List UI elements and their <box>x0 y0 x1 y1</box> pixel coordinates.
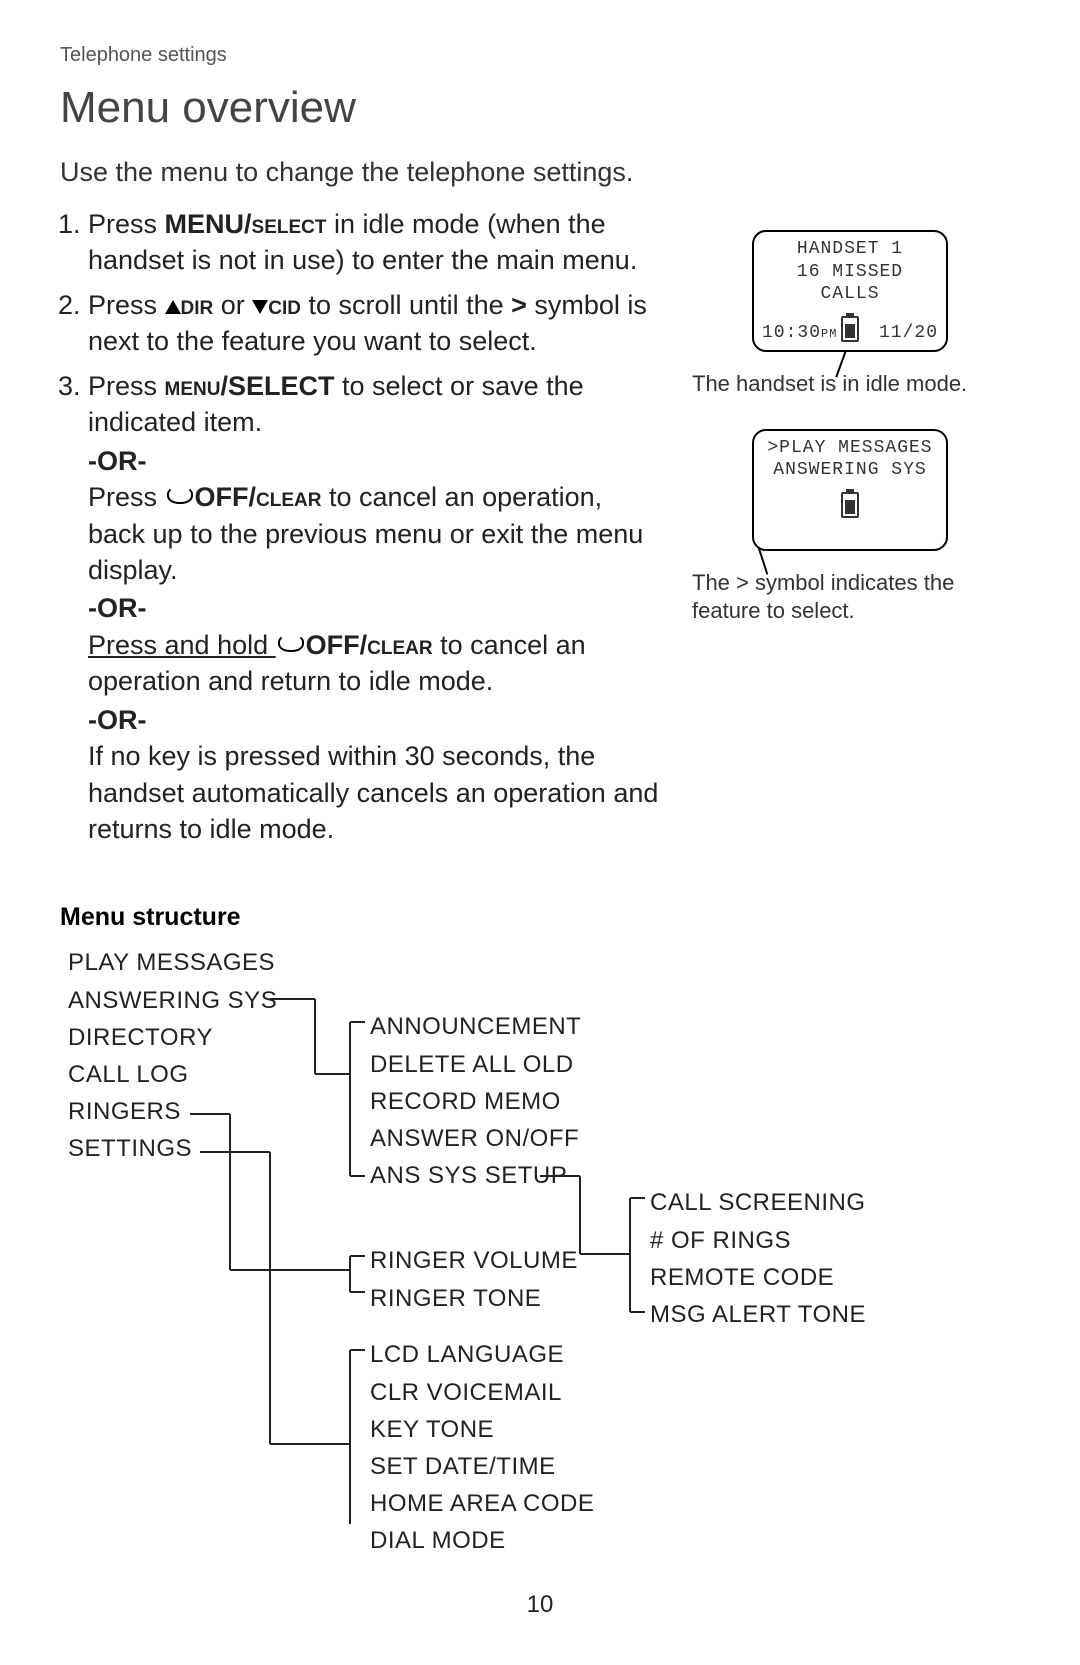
step-text: > <box>511 290 527 320</box>
steps-list: Press MENU/select in idle mode (when the… <box>60 206 660 847</box>
step-text: If no key is pressed within 30 seconds, … <box>88 741 658 844</box>
menu-item: RECORD MEMO <box>370 1083 581 1120</box>
page-title: Menu overview <box>60 83 1020 133</box>
section-header: Telephone settings <box>60 44 1020 67</box>
menu-item: CALL SCREENING <box>650 1184 866 1221</box>
or-label: -OR- <box>88 443 660 479</box>
menu-col-root: PLAY MESSAGES ANSWERING SYS DIRECTORY CA… <box>68 944 277 1167</box>
step-text: Press <box>88 290 165 320</box>
lcd-time: 10:30PM <box>762 322 837 345</box>
step-text: /SELECT <box>220 371 334 401</box>
lcd-line: HANDSET 1 <box>762 238 938 261</box>
step-text: OFF/ <box>306 630 368 660</box>
step-text: dir <box>181 290 214 320</box>
menu-item: REMOTE CODE <box>650 1259 866 1296</box>
menu-item: LCD LANGUAGE <box>370 1336 594 1373</box>
lcd-date: 11/20 <box>879 322 938 345</box>
or-label: -OR- <box>88 590 660 626</box>
or-label: -OR- <box>88 702 660 738</box>
step-text: MENU/ <box>165 209 252 239</box>
lcd-line: >PLAY MESSAGES <box>762 437 938 460</box>
menu-item: ANS SYS SETUP <box>370 1157 581 1194</box>
step-text: menu <box>165 371 221 401</box>
down-triangle-icon <box>252 300 268 314</box>
step-2: Press dir or cid to scroll until the > s… <box>88 287 660 360</box>
menu-item: ANSWER ON/OFF <box>370 1120 581 1157</box>
menu-col-ans-sys-setup: CALL SCREENING # OF RINGS REMOTE CODE MS… <box>650 1184 866 1333</box>
menu-item: HOME AREA CODE <box>370 1485 594 1522</box>
lcd-line: 16 MISSED CALLS <box>762 261 938 306</box>
up-triangle-icon <box>165 300 181 314</box>
menu-col-ringers: RINGER VOLUME RINGER TONE <box>370 1242 578 1316</box>
menu-item: ANSWERING SYS <box>68 982 277 1019</box>
menu-item: DIAL MODE <box>370 1522 594 1559</box>
menu-item: SETTINGS <box>68 1130 277 1167</box>
step-text: Press and hold <box>88 630 276 660</box>
step-1: Press MENU/select in idle mode (when the… <box>88 206 660 279</box>
menu-item: CALL LOG <box>68 1056 277 1093</box>
menu-item: ANNOUNCEMENT <box>370 1008 581 1045</box>
menu-item: RINGERS <box>68 1093 277 1130</box>
step-text: clear <box>367 630 432 660</box>
menu-item: KEY TONE <box>370 1411 594 1448</box>
menu-item: MSG ALERT TONE <box>650 1296 866 1333</box>
step-text: select <box>252 209 327 239</box>
step-text: or <box>213 290 252 320</box>
page-number: 10 <box>0 1591 1080 1619</box>
menu-item: # OF RINGS <box>650 1222 866 1259</box>
menu-item: PLAY MESSAGES <box>68 944 277 981</box>
lcd-caption: The > symbol indicates the feature to se… <box>692 569 1020 626</box>
menu-col-settings: LCD LANGUAGE CLR VOICEMAIL KEY TONE SET … <box>370 1336 594 1559</box>
step-text: clear <box>256 482 321 512</box>
step-text: cid <box>268 290 301 320</box>
lcd-line: ANSWERING SYS <box>762 459 938 482</box>
menu-structure-heading: Menu structure <box>60 903 1020 932</box>
battery-icon <box>841 492 859 518</box>
step-3: Press menu/SELECT to select or save the … <box>88 368 660 848</box>
phone-off-icon <box>278 634 304 652</box>
menu-col-answering: ANNOUNCEMENT DELETE ALL OLD RECORD MEMO … <box>370 1008 581 1194</box>
step-text: Press <box>88 209 165 239</box>
menu-item: RINGER VOLUME <box>370 1242 578 1279</box>
menu-item: CLR VOICEMAIL <box>370 1374 594 1411</box>
phone-off-icon <box>167 486 193 504</box>
menu-item: DELETE ALL OLD <box>370 1046 581 1083</box>
lcd-idle-screen: HANDSET 1 16 MISSED CALLS 10:30PM 11/20 <box>752 230 948 352</box>
menu-item: SET DATE/TIME <box>370 1448 594 1485</box>
step-text: Press <box>88 482 165 512</box>
step-text: Press <box>88 371 165 401</box>
menu-item: RINGER TONE <box>370 1280 578 1317</box>
step-text: OFF/ <box>195 482 257 512</box>
intro-text: Use the menu to change the telephone set… <box>60 157 1020 188</box>
lcd-menu-screen: >PLAY MESSAGES ANSWERING SYS <box>752 429 948 551</box>
menu-item: DIRECTORY <box>68 1019 277 1056</box>
step-text: to scroll until the <box>301 290 511 320</box>
lcd-caption: The handset is in idle mode. <box>692 370 1020 399</box>
